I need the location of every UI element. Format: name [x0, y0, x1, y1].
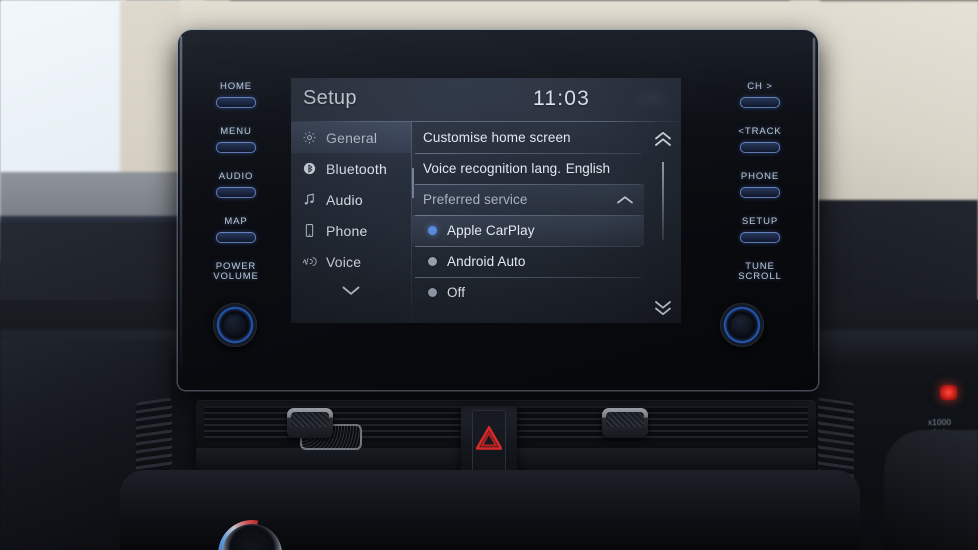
- chevron-up-icon[interactable]: [616, 195, 634, 205]
- volume-label: VOLUME: [213, 270, 259, 282]
- hazard-triangle-icon: [474, 424, 504, 450]
- air-vent-directional-knob-right[interactable]: [602, 408, 648, 438]
- phone-key[interactable]: PHONE: [728, 170, 792, 198]
- sidebar-item-phone[interactable]: Phone: [291, 215, 411, 246]
- menu-key-label: MENU: [220, 125, 252, 137]
- hard-key-column-left: HOME MENU AUDIO MAP POWER VOLUME: [204, 81, 268, 301]
- bezel-edge-right: [813, 38, 815, 358]
- track-back-key-label: <TRACK: [738, 125, 782, 137]
- audio-key-button[interactable]: [216, 186, 256, 198]
- home-key[interactable]: HOME: [204, 81, 268, 108]
- hard-key-column-right: CH > <TRACK PHONE SETUP TUNE SCROLL: [728, 81, 792, 301]
- scroll-label: SCROLL: [738, 270, 782, 282]
- row-label: Android Auto: [447, 254, 526, 269]
- list-row-apple-carplay[interactable]: Apple CarPlay: [412, 215, 644, 246]
- radio-button-selected[interactable]: [428, 226, 437, 235]
- page-title: Setup: [303, 87, 357, 109]
- cluster-unit-line1: x1000: [928, 418, 952, 427]
- home-key-button[interactable]: [216, 96, 256, 108]
- settings-category-sidebar[interactable]: General Bluetooth Audio Phone Voice: [291, 122, 411, 323]
- air-vent-directional-knob-left[interactable]: [287, 408, 333, 438]
- radio-button[interactable]: [428, 257, 437, 266]
- list-row-android-auto[interactable]: Android Auto: [412, 246, 644, 277]
- setup-key-label: SETUP: [741, 215, 779, 227]
- tune-scroll-knob[interactable]: [720, 303, 764, 347]
- chevron-down-icon[interactable]: [291, 277, 411, 303]
- sidebar-item-label: Voice: [326, 253, 362, 270]
- tune-scroll-knob-label: TUNE SCROLL: [728, 261, 792, 282]
- menu-key[interactable]: MENU: [204, 125, 268, 153]
- clock: 11:03: [533, 87, 590, 110]
- screenshot-root: x1000 r/min HOME MENU AUDIO MAP: [0, 0, 978, 550]
- power-volume-knob-cap: [222, 312, 248, 338]
- channel-up-key-button[interactable]: [740, 96, 780, 108]
- row-label: Preferred service: [423, 192, 528, 207]
- sidebar-item-bluetooth[interactable]: Bluetooth: [291, 153, 411, 184]
- phone-key-button[interactable]: [740, 186, 780, 198]
- gear-icon: [302, 130, 317, 145]
- audio-key-label: AUDIO: [218, 170, 254, 182]
- map-key[interactable]: MAP: [204, 215, 268, 243]
- radio-button[interactable]: [428, 288, 437, 297]
- music-note-icon: [302, 192, 317, 207]
- phone-icon: [302, 223, 317, 238]
- list-row-off[interactable]: Off: [412, 277, 644, 308]
- list-row-voice-recognition-language[interactable]: Voice recognition lang. English: [412, 153, 644, 184]
- row-label: Customise home screen: [423, 130, 571, 145]
- row-label: Off: [447, 285, 466, 300]
- sidebar-item-label: Audio: [326, 191, 363, 208]
- map-key-label: MAP: [224, 215, 248, 227]
- audio-key[interactable]: AUDIO: [204, 170, 268, 198]
- power-volume-knob[interactable]: [213, 303, 257, 347]
- power-volume-knob-label: POWER VOLUME: [204, 261, 268, 282]
- sidebar-item-voice[interactable]: Voice: [291, 246, 411, 277]
- map-key-button[interactable]: [216, 231, 256, 243]
- settings-list[interactable]: Customise home screen Voice recognition …: [412, 122, 644, 323]
- list-scroll-controls[interactable]: [644, 122, 681, 323]
- bezel-edge-left: [180, 36, 182, 366]
- home-key-label: HOME: [219, 81, 253, 92]
- channel-up-key-label: CH >: [747, 81, 773, 92]
- list-row-customise-home-screen[interactable]: Customise home screen: [412, 122, 644, 153]
- channel-up-key[interactable]: CH >: [728, 81, 792, 108]
- sidebar-item-label: Phone: [326, 222, 368, 239]
- sidebar-item-label: Bluetooth: [326, 160, 387, 177]
- track-back-key[interactable]: <TRACK: [728, 125, 792, 153]
- list-row-preferred-service[interactable]: Preferred service: [412, 184, 644, 215]
- steering-wheel-edge: [884, 430, 978, 550]
- row-label: Voice recognition lang.: [423, 161, 562, 176]
- row-label: Apple CarPlay: [447, 223, 535, 238]
- sidebar-item-label: General: [326, 129, 378, 146]
- menu-key-button[interactable]: [216, 141, 256, 153]
- setup-key[interactable]: SETUP: [728, 215, 792, 243]
- phone-key-label: PHONE: [740, 170, 780, 182]
- voice-wave-icon: [302, 254, 317, 269]
- cluster-warning-light: [940, 385, 957, 400]
- screen-header: Setup 11:03: [291, 78, 681, 122]
- track-back-key-button[interactable]: [740, 141, 780, 153]
- setup-key-button[interactable]: [740, 231, 780, 243]
- double-chevron-up-icon[interactable]: [644, 126, 681, 152]
- scrollbar-track[interactable]: [662, 162, 664, 240]
- sidebar-item-audio[interactable]: Audio: [291, 184, 411, 215]
- row-value: English: [565, 161, 610, 176]
- touchscreen-display[interactable]: Setup 11:03 General Bluetooth Audio Phon…: [291, 78, 681, 323]
- screen-reflection: [629, 88, 673, 110]
- tune-scroll-knob-cap: [729, 312, 755, 338]
- bluetooth-icon: [302, 161, 317, 176]
- double-chevron-down-icon[interactable]: [644, 295, 681, 321]
- sidebar-item-general[interactable]: General: [291, 122, 411, 153]
